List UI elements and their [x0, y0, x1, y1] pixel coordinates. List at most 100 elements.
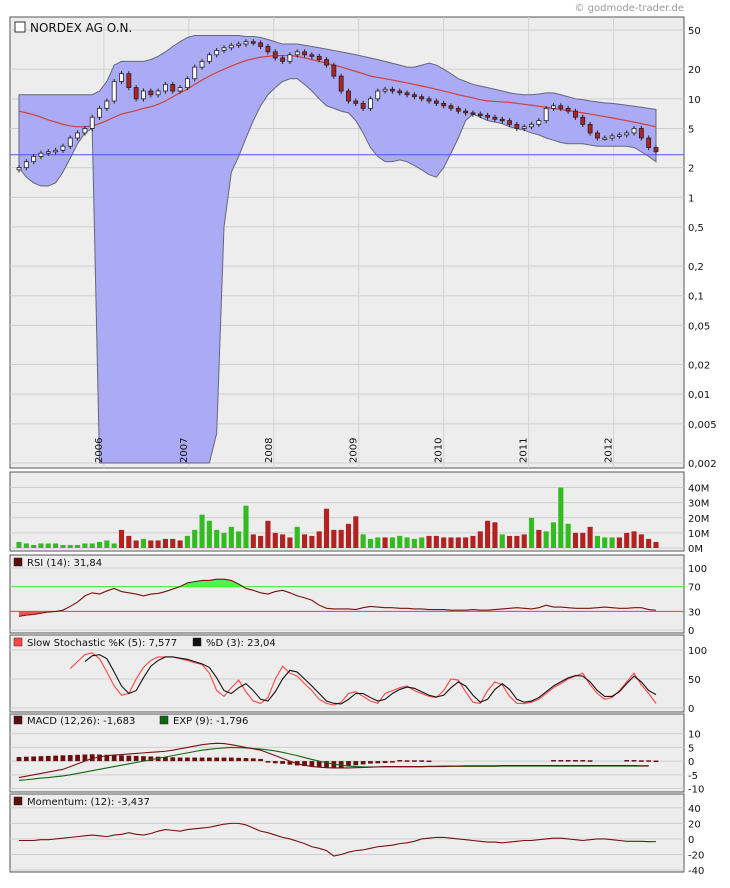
candle-body [616, 134, 622, 137]
macd-tick-label: -10 [688, 785, 704, 796]
candle-body [631, 128, 637, 134]
volume-bar [609, 537, 615, 548]
watermark: © godmode-trader.de [575, 3, 685, 14]
macd-legend: MACD (12,26): -1,683 [27, 716, 135, 727]
candle-body [595, 132, 600, 139]
macd-histogram-bar [404, 760, 410, 762]
candle-body [411, 94, 417, 98]
macd-histogram-bar [119, 755, 124, 762]
candle-body [368, 98, 373, 109]
price-tick-label: 0,5 [688, 223, 704, 234]
volume-bar [250, 534, 256, 548]
macd-histogram-bar [580, 760, 586, 762]
slow-k-legend-swatch [13, 637, 23, 647]
volume-bar [280, 534, 286, 548]
macd-histogram-bar [573, 760, 578, 762]
volume-bar [301, 534, 308, 548]
macd-histogram-bar [646, 760, 652, 762]
candlestick [89, 114, 95, 132]
macd-histogram-bar [60, 755, 66, 762]
volume-bar [23, 543, 29, 548]
slow-k-legend: Slow Stochastic %K (5): 7,577 [27, 638, 177, 649]
candle-body [206, 54, 212, 62]
price-tick-label: 0,002 [688, 459, 717, 470]
volume-bar [404, 537, 410, 548]
candlestick [111, 78, 117, 104]
candle-body [441, 102, 447, 107]
volume-bar [470, 535, 476, 548]
candle-body [521, 126, 527, 129]
momentum-tick-label: -40 [688, 866, 704, 877]
candle-body [580, 116, 586, 125]
candle-body [653, 147, 659, 153]
candle-body [565, 107, 571, 112]
candle-body [470, 112, 476, 115]
year-label: 2008 [264, 438, 275, 463]
candle-body [104, 100, 110, 109]
macd-histogram-bar [67, 755, 73, 762]
price-tick-label: 20 [688, 65, 701, 76]
candle-body [294, 51, 300, 56]
volume-bar [140, 538, 147, 548]
momentum-legend: Momentum: (12): -3,437 [27, 797, 150, 808]
volume-bar [426, 535, 432, 548]
macd-histogram-bar [390, 761, 395, 763]
candle-body [316, 55, 322, 61]
candle-body [485, 114, 491, 118]
macd-histogram-bar [45, 755, 51, 762]
candle-body [514, 123, 520, 129]
candle-body [346, 90, 351, 102]
volume-bar [389, 537, 395, 548]
candle-body [133, 87, 139, 100]
candle-body [265, 46, 271, 53]
volume-bar [16, 541, 22, 548]
price-tick-label: 1 [688, 193, 694, 204]
candle-body [309, 54, 315, 57]
candle-body [360, 102, 366, 109]
volume-bar [104, 540, 110, 548]
volume-bar [543, 531, 549, 548]
volume-bar [565, 523, 571, 548]
candle-body [287, 54, 293, 62]
macd-tick-label: 0 [688, 757, 694, 768]
volume-bar [521, 534, 527, 548]
volume-bar [463, 537, 469, 548]
candle-body [338, 75, 344, 92]
macd-histogram-bar [551, 760, 556, 762]
volume-tick-label: 10M [688, 529, 709, 540]
momentum-tick-label: 0 [688, 835, 694, 846]
volume-bar [31, 544, 37, 548]
rsi-legend: RSI (14): 31,84 [27, 558, 102, 569]
candle-body [214, 50, 220, 56]
candle-body [228, 44, 234, 49]
year-label: 2010 [434, 438, 445, 463]
macd-histogram-bar [624, 760, 630, 762]
candle-body [31, 156, 37, 163]
candle-body [23, 161, 29, 169]
candle-body [280, 57, 285, 62]
macd-histogram-bar [23, 756, 29, 762]
rsi-tick-label: 70 [688, 583, 701, 594]
macd-histogram-bar [221, 757, 227, 762]
volume-bar [162, 538, 168, 548]
stochastic-tick-label: 0 [688, 704, 694, 715]
candle-body [455, 107, 461, 112]
candle-body [302, 51, 307, 56]
candle-body [97, 107, 102, 118]
volume-bar [360, 534, 366, 548]
volume-bar [477, 531, 483, 548]
macd-legend-swatch [13, 715, 23, 725]
volume-bar [367, 538, 374, 548]
momentum-panel: 40 20 0 -20 -40 Momentum: (12): -3,437 [9, 793, 704, 877]
volume-bar [441, 537, 447, 548]
volume-bar [89, 543, 95, 548]
macd-histogram-bar [565, 760, 571, 762]
volume-bar [96, 541, 103, 548]
price-tick-label: 5 [688, 124, 694, 135]
macd-tick-label: 5 [688, 743, 694, 754]
candle-body [492, 116, 498, 120]
candle-body [250, 41, 256, 44]
macd-histogram-bar [375, 761, 381, 764]
rsi-panel-frame [9, 554, 685, 634]
macd-histogram-bar [133, 755, 139, 762]
